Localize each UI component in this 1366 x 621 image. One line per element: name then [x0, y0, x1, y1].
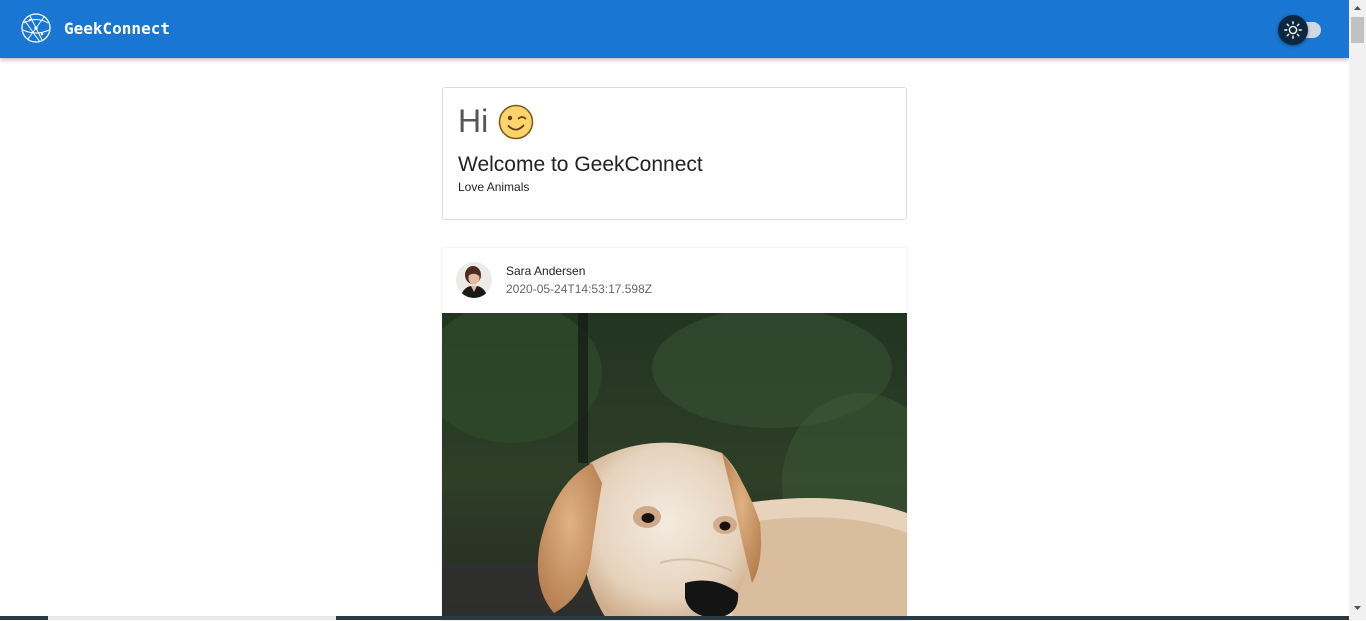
greeting-text: Hi [458, 103, 489, 139]
taskbar-strip [0, 616, 1349, 620]
vertical-scrollbar[interactable] [1349, 0, 1366, 620]
sun-icon [1284, 21, 1302, 39]
scroll-up-arrow-icon[interactable] [1349, 0, 1366, 17]
post-card: Sara Andersen 2020-05-24T14:53:17.598Z [442, 248, 907, 620]
welcome-subtitle: Love Animals [458, 180, 530, 194]
scrollbar-thumb[interactable] [1351, 17, 1364, 43]
app-title[interactable]: GeekConnect [64, 19, 170, 38]
post-author[interactable]: Sara Andersen [506, 264, 585, 278]
toggle-knob [1278, 15, 1308, 45]
post-image[interactable] [442, 313, 907, 620]
scroll-down-arrow-icon[interactable] [1349, 599, 1366, 616]
winking-face-icon [498, 104, 534, 140]
taskbar-active-item[interactable] [48, 616, 336, 620]
post-timestamp: 2020-05-24T14:53:17.598Z [506, 282, 653, 296]
welcome-title: Welcome to GeekConnect [458, 153, 703, 176]
theme-toggle[interactable] [1278, 15, 1322, 45]
globe-network-icon[interactable] [20, 12, 52, 44]
app-bar: GeekConnect [0, 0, 1349, 58]
avatar[interactable] [456, 262, 492, 298]
welcome-card: Hi Welcome to GeekConnect Love Animals [442, 87, 907, 220]
